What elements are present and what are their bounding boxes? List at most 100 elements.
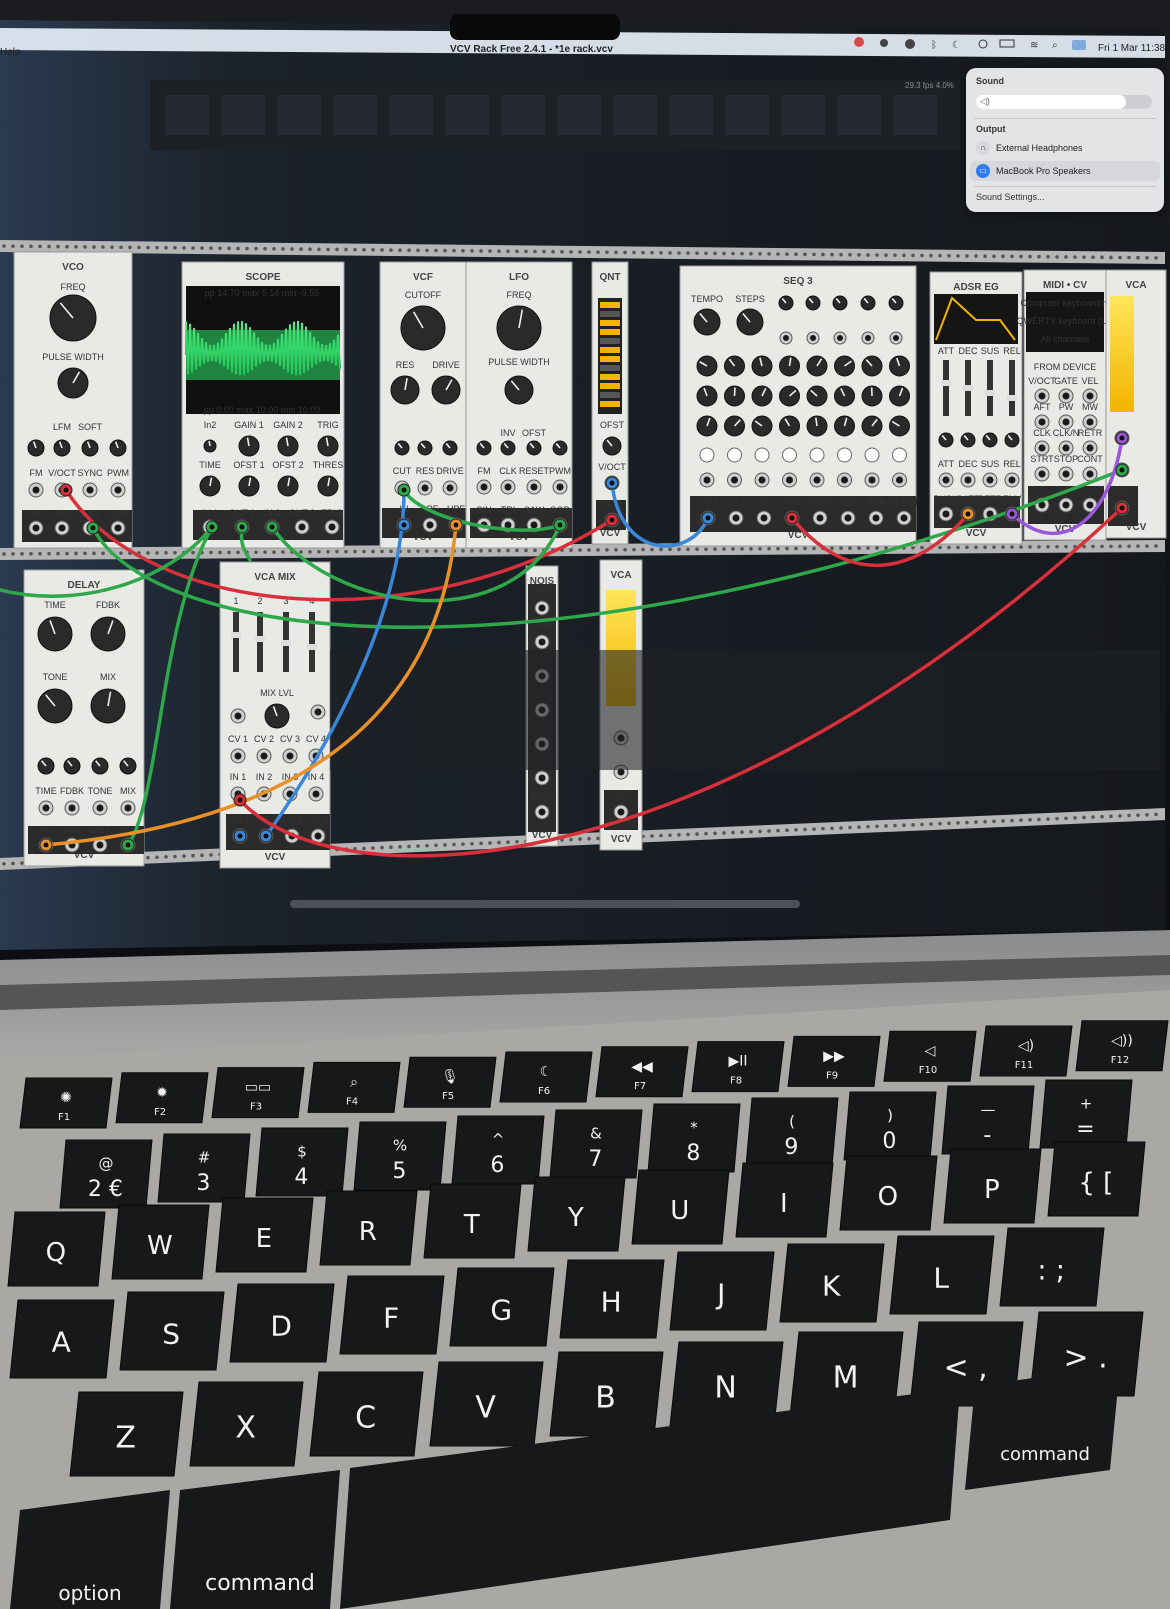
- key-letter-z[interactable]: Z: [69, 1391, 184, 1477]
- knob[interactable]: [751, 355, 773, 377]
- module-scope[interactable]: SCOPEVCVpp 14.70 max 5.14 min -9.55pp 0.…: [181, 261, 345, 549]
- sound-settings-link[interactable]: Sound Settings...: [976, 192, 1045, 202]
- jack[interactable]: [534, 600, 550, 616]
- jack[interactable]: [1058, 440, 1074, 456]
- menu-help[interactable]: Help: [0, 47, 21, 58]
- module-seq-3[interactable]: SEQ 3VCVTEMPO STEPSCV 1 CV 2 CV 3 TRIG STEPS C…: [679, 265, 920, 547]
- knob[interactable]: [696, 415, 718, 437]
- knob[interactable]: [889, 415, 910, 437]
- module-delay[interactable]: DELAYVCVTIME FDBKTONE MIXTIME FDBK TONE MIXIN…: [23, 569, 145, 867]
- jack[interactable]: [779, 331, 793, 345]
- key-letter-q[interactable]: Q: [7, 1211, 106, 1287]
- knob[interactable]: [400, 305, 446, 351]
- key-fn-9[interactable]: ▶▶ F9: [787, 1035, 881, 1087]
- key-fn-12[interactable]: ◁)) F12: [1075, 1020, 1169, 1072]
- knob[interactable]: [81, 439, 99, 457]
- jack[interactable]: [812, 510, 828, 526]
- key-letter-p[interactable]: P: [943, 1148, 1042, 1224]
- knob[interactable]: [806, 385, 828, 407]
- key-letter-l[interactable]: L: [889, 1235, 995, 1315]
- knob[interactable]: [938, 432, 954, 448]
- quantizer-note[interactable]: [600, 401, 620, 407]
- key-letter-d[interactable]: D: [229, 1283, 335, 1363]
- jack[interactable]: [417, 480, 433, 496]
- jack[interactable]: [613, 804, 629, 820]
- jack[interactable]: [982, 472, 998, 488]
- wifi-icon[interactable]: ≋: [1030, 40, 1038, 51]
- key-number-2[interactable]: $4: [255, 1127, 349, 1197]
- module-vco[interactable]: VCOVCVFREQPULSE WIDTHLFMSOFTFMV/OCTSYNCP…: [13, 251, 133, 549]
- key-letter-u[interactable]: U: [631, 1169, 730, 1245]
- knob[interactable]: [834, 385, 855, 407]
- knob[interactable]: [37, 757, 55, 775]
- knob[interactable]: [861, 415, 883, 437]
- knob[interactable]: [317, 475, 339, 497]
- jack[interactable]: [892, 472, 907, 488]
- knob[interactable]: [90, 688, 126, 724]
- jack[interactable]: [54, 520, 70, 536]
- key-command-left[interactable]: command: [170, 1470, 340, 1609]
- step-gate-button[interactable]: [727, 447, 742, 463]
- step-gate-button[interactable]: [809, 447, 825, 463]
- jack[interactable]: [534, 770, 550, 786]
- knob[interactable]: [834, 415, 855, 437]
- jack[interactable]: [442, 480, 458, 496]
- jack[interactable]: [476, 479, 492, 495]
- search-icon[interactable]: ⌕: [1052, 40, 1058, 51]
- key-fn-6[interactable]: ☾ F6: [499, 1051, 593, 1103]
- knob[interactable]: [27, 439, 45, 457]
- jack[interactable]: [809, 472, 825, 488]
- jack[interactable]: [422, 517, 438, 533]
- jack[interactable]: [1034, 440, 1050, 456]
- key-number-5[interactable]: &7: [549, 1109, 643, 1179]
- jack[interactable]: [1082, 388, 1098, 404]
- knob[interactable]: [751, 415, 773, 437]
- step-gate-button[interactable]: [892, 447, 907, 463]
- jack[interactable]: [552, 479, 568, 495]
- jack[interactable]: [1058, 497, 1074, 513]
- module-vca[interactable]: VCAVCVOUT: [1105, 269, 1167, 539]
- key-fn-7[interactable]: ◀◀ F7: [595, 1046, 689, 1098]
- key-number-4[interactable]: ^6: [451, 1115, 545, 1185]
- knob[interactable]: [90, 616, 126, 652]
- key-fn-10[interactable]: ◁ F10: [883, 1030, 977, 1082]
- knob[interactable]: [91, 757, 109, 775]
- knob[interactable]: [861, 385, 883, 407]
- key-letter-o[interactable]: O: [839, 1155, 938, 1231]
- moon-icon[interactable]: ☾: [952, 40, 961, 51]
- jack[interactable]: [1004, 472, 1020, 488]
- key-letter-s[interactable]: S: [119, 1291, 225, 1371]
- jack[interactable]: [960, 472, 976, 488]
- knob[interactable]: [779, 355, 800, 377]
- jack[interactable]: [38, 800, 54, 816]
- quantizer-note[interactable]: [600, 392, 620, 398]
- knob[interactable]: [417, 440, 433, 456]
- knob[interactable]: [317, 435, 339, 457]
- jack[interactable]: [526, 479, 542, 495]
- jack[interactable]: [534, 634, 550, 650]
- key-fn-4[interactable]: ⌕ F4: [307, 1061, 401, 1113]
- jack[interactable]: [754, 472, 770, 488]
- quantizer-note[interactable]: [600, 374, 620, 380]
- jack[interactable]: [699, 472, 715, 488]
- jack[interactable]: [1034, 414, 1050, 430]
- jack[interactable]: [64, 800, 80, 816]
- knob[interactable]: [724, 415, 745, 437]
- module-qnt[interactable]: QNTVCVOFSTV/OCTOUT: [591, 261, 629, 545]
- jack[interactable]: [861, 331, 875, 345]
- knob[interactable]: [63, 757, 81, 775]
- knob[interactable]: [37, 616, 73, 652]
- knob[interactable]: [779, 385, 800, 407]
- jack[interactable]: [938, 472, 954, 488]
- knob[interactable]: [696, 385, 718, 407]
- knob[interactable]: [37, 688, 73, 724]
- jack[interactable]: [727, 472, 742, 488]
- control-center-icon[interactable]: [1072, 40, 1086, 50]
- quantizer-note[interactable]: [600, 383, 620, 389]
- jack[interactable]: [308, 786, 324, 802]
- jack[interactable]: [310, 704, 326, 720]
- knob[interactable]: [602, 436, 622, 456]
- key-letter-b[interactable]: B: [549, 1351, 664, 1437]
- knob[interactable]: [834, 355, 855, 377]
- knob[interactable]: [696, 355, 718, 377]
